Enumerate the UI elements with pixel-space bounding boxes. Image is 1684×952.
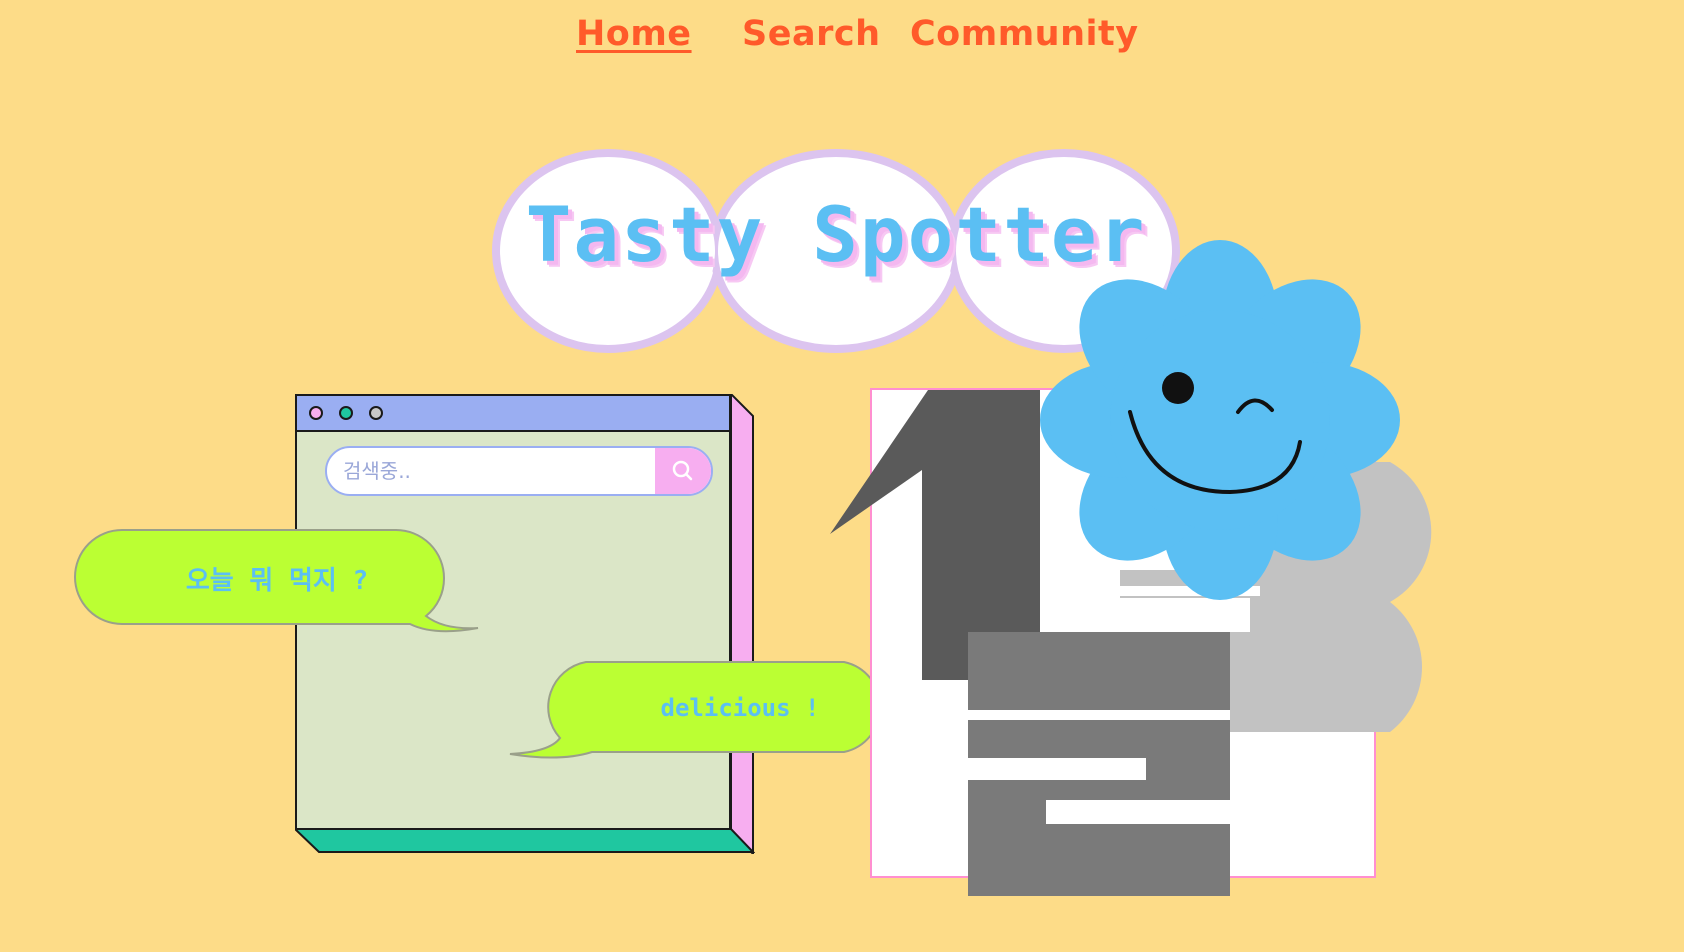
speech-bubble-question: 오늘 뭐 먹지 ? xyxy=(74,528,480,634)
window-dot-gray[interactable] xyxy=(369,406,383,420)
search-input[interactable] xyxy=(327,448,657,494)
window-dot-green[interactable] xyxy=(339,406,353,420)
page: Home Search Community Tasty Spotter 검색중.… xyxy=(0,0,1684,952)
winking-flower-icon xyxy=(1040,240,1400,600)
nav-home-link[interactable]: Home xyxy=(576,14,692,54)
browser-titlebar xyxy=(297,396,729,432)
speech-bubble-question-text: 오늘 뭐 먹지 ? xyxy=(185,566,369,596)
nav-search-link[interactable]: Search xyxy=(742,14,881,54)
browser-side-panel xyxy=(731,394,754,854)
browser-bottom-panel xyxy=(295,828,755,853)
nav-community-link[interactable]: Community xyxy=(910,14,1139,54)
search-icon xyxy=(672,460,693,481)
search-button[interactable] xyxy=(655,448,711,494)
top-nav: Home Search Community xyxy=(0,14,1684,64)
window-dot-pink[interactable] xyxy=(309,406,323,420)
search-bar xyxy=(325,446,713,496)
